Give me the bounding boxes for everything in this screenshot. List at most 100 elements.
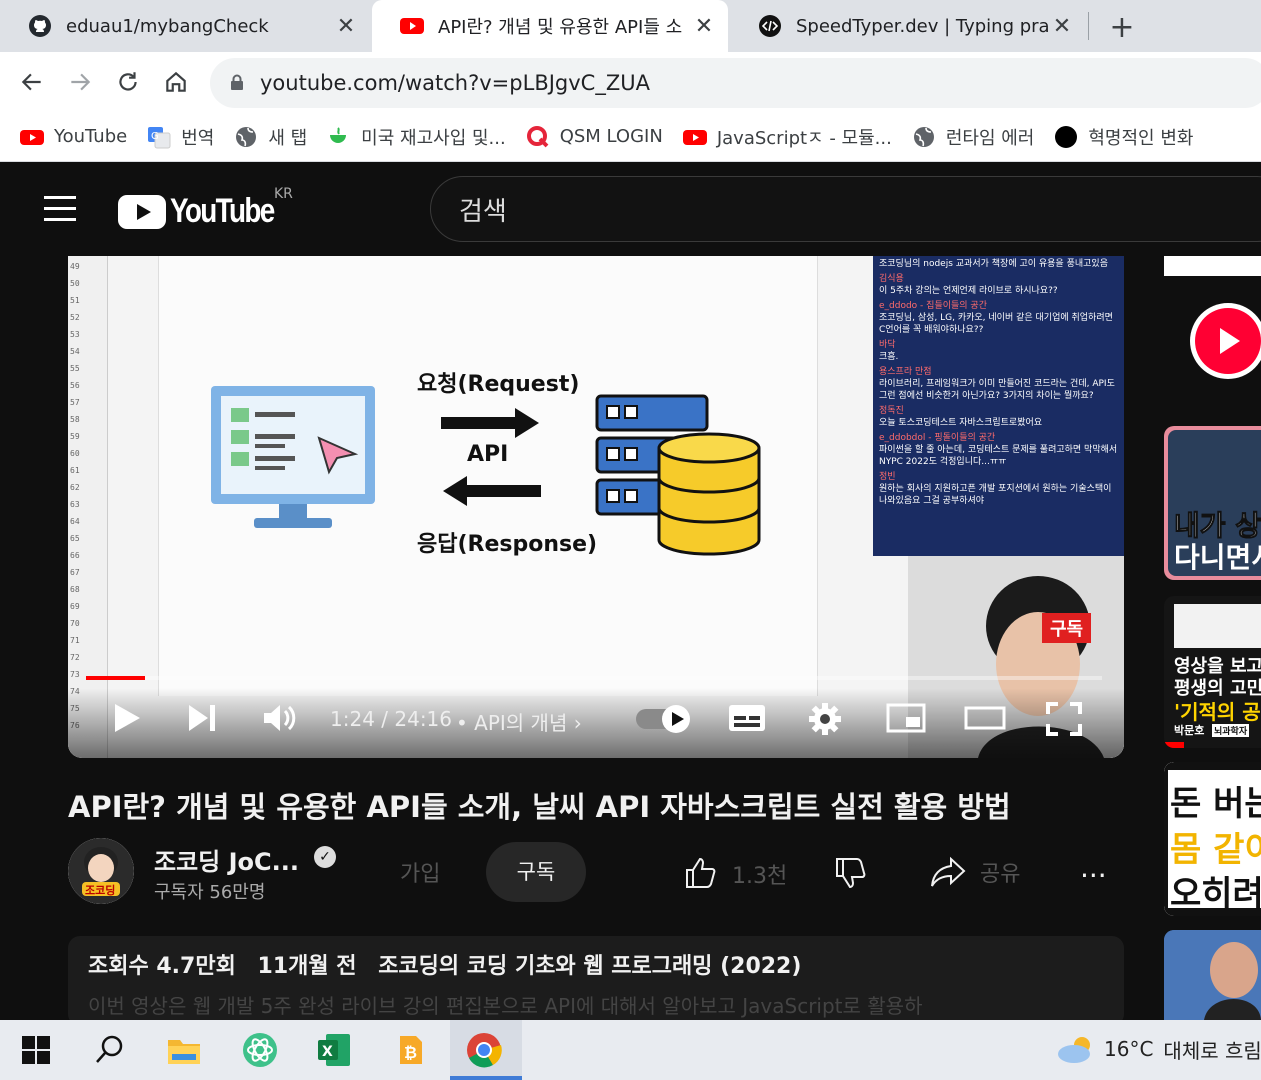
line-number: 63 (70, 500, 80, 509)
back-button[interactable] (16, 66, 48, 98)
file-explorer-icon[interactable] (166, 1032, 202, 1068)
youtube-icon (682, 129, 707, 145)
like-count: 1.3천 (732, 864, 788, 889)
bookmark-label: 번역 (181, 127, 215, 149)
line-number: 51 (70, 296, 80, 305)
youtube-wordmark: YouTube (170, 192, 275, 230)
chrome-icon[interactable] (466, 1032, 502, 1068)
chat-author: 김식용 (879, 274, 904, 284)
rail-youtube-shorts-logo[interactable] (1164, 296, 1261, 386)
thumb-text: 다니면서 (1174, 541, 1261, 574)
home-button[interactable] (160, 66, 192, 98)
thumbs-down-icon[interactable] (834, 856, 868, 890)
channel-name[interactable]: 조코딩 JoC... (154, 842, 299, 877)
arrow-left-icon (21, 73, 41, 91)
bookmark-label: 미국 재고사입 및... (361, 127, 506, 149)
address-bar[interactable]: youtube.com/watch?v=pLBJgvC_ZUA (210, 58, 1261, 108)
bookmark-new-tab[interactable]: 새 탭 (234, 124, 307, 150)
search-icon[interactable] (92, 1032, 128, 1068)
bookmark-javascript[interactable]: JavaScriptㅈ - 모듈... (682, 124, 892, 150)
settings-gear-icon[interactable] (808, 702, 842, 736)
tab-youtube-active[interactable]: API란? 개념 및 유용한 API들 소 ✕ (372, 0, 728, 52)
reload-icon (119, 72, 137, 91)
volume-icon[interactable] (262, 702, 298, 734)
chat-text: 파이썬을 할 줄 아는데, 코딩테스트 문제를 풀려고하면 막막해서 NYPC … (879, 445, 1118, 467)
bookmark-revolution[interactable]: 혁명적인 변화 (1054, 124, 1193, 150)
thumb-text: '기적의 공 (1174, 700, 1261, 724)
rail-thumbnail[interactable]: 내가 상 다니면서 (1164, 426, 1261, 580)
search-input[interactable]: 검색 (430, 176, 1261, 242)
line-number: 54 (70, 347, 80, 356)
subtitles-icon[interactable] (728, 702, 766, 734)
close-icon[interactable]: ✕ (692, 14, 716, 39)
weather-widget[interactable]: 16°C 대체로 흐림 (1056, 1034, 1261, 1064)
youtube-play-logo-icon (118, 194, 166, 229)
new-tab-button[interactable]: + (1106, 10, 1138, 45)
bookmark-translate[interactable]: G 번역 (147, 124, 214, 150)
arrow-right-icon (441, 408, 539, 438)
close-icon[interactable]: ✕ (334, 14, 358, 39)
editor-line-gutter: 49 50 51 52 53 54 55 56 57 58 59 60 61 62 63 64 65 66 67 68… (68, 256, 108, 758)
channel-avatar[interactable]: 조코딩 (68, 838, 134, 904)
youtube-logo[interactable]: YouTube (118, 192, 296, 231)
rail-thumbnail[interactable] (1164, 930, 1261, 1020)
fullscreen-icon[interactable] (1046, 702, 1082, 736)
bitcoin-wallet-icon[interactable]: ₿ (392, 1032, 428, 1068)
arrow-right-icon (71, 73, 91, 91)
svg-text:₿: ₿ (404, 1043, 417, 1062)
bookmark-us-stock[interactable]: 미국 재고사입 및... (327, 124, 506, 150)
menu-icon[interactable] (44, 196, 76, 222)
forward-button[interactable] (64, 66, 96, 98)
share-icon[interactable] (930, 856, 966, 890)
line-number: 55 (70, 364, 80, 373)
line-number: 65 (70, 534, 80, 543)
tab-label: SpeedTyper.dev | Typing practic (796, 15, 1050, 37)
theater-mode-icon[interactable] (964, 702, 1006, 734)
globe-icon (236, 126, 257, 147)
video-player[interactable]: 49 50 51 52 53 54 55 56 57 58 59 60 61 62 63 64 65 66 67 68… (68, 256, 1124, 758)
rail-banner (1164, 256, 1261, 276)
atom-app-icon[interactable] (242, 1032, 278, 1068)
reload-button[interactable] (112, 66, 144, 98)
more-actions-button[interactable]: ... (1080, 854, 1107, 882)
bookmark-youtube[interactable]: YouTube (20, 125, 127, 149)
playlist-link[interactable]: 조코딩의 코딩 기초와 웹 프로그래밍 (2022) (378, 954, 801, 979)
computer-icon (211, 386, 375, 528)
close-icon[interactable]: ✕ (1050, 14, 1074, 39)
next-icon[interactable] (186, 702, 218, 734)
thumb-person-image (1164, 930, 1261, 1020)
search-placeholder: 검색 (459, 196, 507, 227)
chat-message: 정빈 원하는 회사의 지원하고픈 개발 포지션에서 원하는 기술스택이 나와있음요… (879, 471, 1118, 507)
subscribe-button[interactable]: 구독 (486, 842, 586, 902)
bookmark-qsm[interactable]: QSM LOGIN (526, 125, 663, 149)
bookmark-label: JavaScriptㅈ - 모듈... (716, 127, 892, 149)
cup-icon (330, 126, 347, 143)
response-label: 응답(Response) (417, 532, 598, 557)
rail-thumbnail[interactable]: 돈 버는 몸 같이 오히려 (1164, 762, 1261, 916)
play-icon[interactable] (112, 702, 142, 734)
join-button[interactable]: 가입 (400, 856, 440, 888)
globe-icon (913, 126, 934, 147)
browser-toolbar: youtube.com/watch?v=pLBJgvC_ZUA (0, 52, 1261, 112)
github-icon (29, 15, 51, 37)
bookmark-label: QSM LOGIN (559, 126, 663, 147)
chapter-title[interactable]: • API의 개념 › (456, 707, 582, 736)
progress-bar[interactable] (86, 676, 1102, 680)
miniplayer-icon[interactable] (886, 702, 926, 734)
bookmark-runtime-error[interactable]: 런타임 에러 (912, 124, 1034, 150)
share-label[interactable]: 공유 (980, 856, 1020, 888)
live-chat-overlay: 조코딩님의 nodejs 교과서가 책장에 고이 유용을 풍내고있음 김식용 이 5… (873, 256, 1124, 556)
windows-start-icon[interactable] (22, 1036, 50, 1064)
tab-github[interactable]: eduau1/mybangCheck ✕ (0, 0, 370, 52)
excel-icon[interactable]: X (316, 1032, 352, 1068)
line-number: 53 (70, 330, 80, 339)
cloud-icon (1058, 1037, 1090, 1063)
tab-speedtyper[interactable]: SpeedTyper.dev | Typing practic ✕ (730, 0, 1086, 52)
autoplay-toggle[interactable] (634, 704, 694, 734)
description-box[interactable]: 조회수 4.7만회 11개월 전 조코딩의 코딩 기초와 웹 프로그래밍 (20… (68, 936, 1124, 1026)
chat-author: 바닥 (879, 340, 896, 350)
thumbs-up-icon[interactable] (684, 856, 718, 890)
description-meta: 조회수 4.7만회 11개월 전 조코딩의 코딩 기초와 웹 프로그래밍 (20… (88, 948, 1104, 980)
rail-thumbnail[interactable]: 영상을 보고 평생의 고민이 '기적의 공 박문호 뇌과학자 (1164, 596, 1261, 748)
chat-text: 라이브러리, 프레임워크가 이미 만들어진 코드라는 건데, API도 그런 점… (879, 379, 1115, 401)
